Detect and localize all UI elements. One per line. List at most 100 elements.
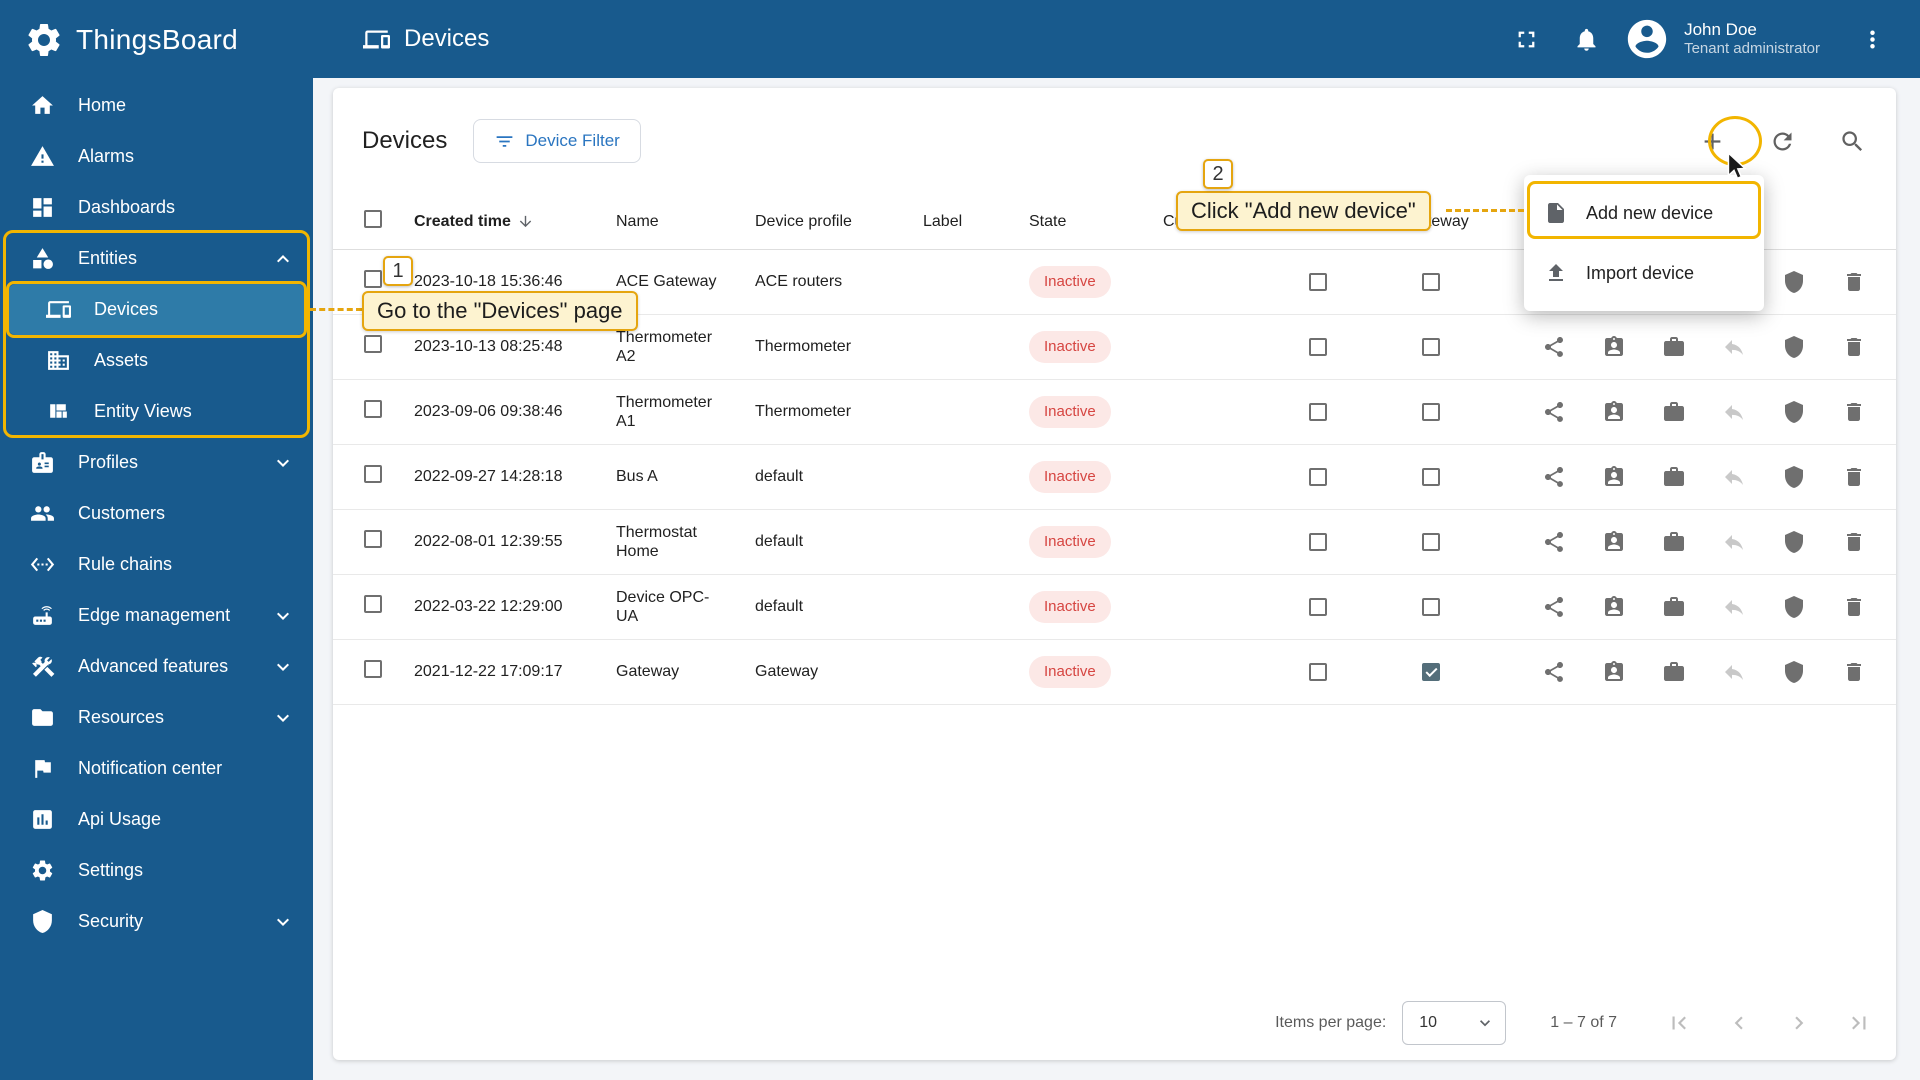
manage-credentials-button[interactable]	[1652, 650, 1696, 694]
items-per-page-select[interactable]: 10	[1402, 1001, 1507, 1045]
sidebar-item-resources[interactable]: Resources	[0, 692, 313, 743]
public-checkbox[interactable]	[1309, 598, 1327, 616]
gateway-checkbox[interactable]	[1421, 468, 1440, 486]
security-button[interactable]	[1772, 390, 1816, 434]
delete-button[interactable]	[1832, 260, 1876, 304]
previous-page-button[interactable]	[1717, 1001, 1761, 1045]
column-header[interactable]: Device profile	[735, 212, 903, 231]
share-button[interactable]	[1532, 325, 1576, 369]
sidebar-item-security[interactable]: Security	[0, 896, 313, 947]
security-button[interactable]	[1772, 520, 1816, 564]
menu-item-import-device[interactable]: Import device	[1524, 243, 1764, 303]
first-page-button[interactable]	[1657, 1001, 1701, 1045]
column-header[interactable]: Created time	[394, 212, 596, 231]
manage-credentials-button[interactable]	[1652, 390, 1696, 434]
gateway-checkbox[interactable]	[1421, 403, 1440, 421]
search-button[interactable]	[1830, 119, 1874, 163]
public-checkbox[interactable]	[1309, 403, 1327, 421]
sidebar-item-dashboards[interactable]: Dashboards	[0, 182, 313, 233]
assign-to-customer-button[interactable]	[1592, 650, 1636, 694]
row-checkbox[interactable]	[364, 400, 382, 419]
gateway-checkbox[interactable]	[1421, 338, 1440, 356]
sidebar-item-alarms[interactable]: Alarms	[0, 131, 313, 182]
column-header[interactable]: Public	[1243, 212, 1393, 231]
menu-item-add-new-device[interactable]: Add new device	[1524, 183, 1764, 243]
unassign-button[interactable]	[1712, 455, 1756, 499]
sidebar-item-devices[interactable]: Devices	[8, 284, 305, 335]
sidebar-item-api-usage[interactable]: Api Usage	[0, 794, 313, 845]
assign-to-customer-button[interactable]	[1592, 390, 1636, 434]
avatar[interactable]	[1624, 16, 1670, 62]
fullscreen-button[interactable]	[1504, 17, 1548, 61]
unassign-button[interactable]	[1712, 650, 1756, 694]
public-checkbox[interactable]	[1309, 338, 1327, 356]
sidebar-item-advanced-features[interactable]: Advanced features	[0, 641, 313, 692]
delete-button[interactable]	[1832, 650, 1876, 694]
device-filter-button[interactable]: Device Filter	[473, 119, 641, 163]
sidebar-item-customers[interactable]: Customers	[0, 488, 313, 539]
unassign-button[interactable]	[1712, 325, 1756, 369]
last-page-button[interactable]	[1837, 1001, 1881, 1045]
row-checkbox[interactable]	[364, 530, 382, 549]
delete-button[interactable]	[1832, 520, 1876, 564]
public-checkbox[interactable]	[1309, 533, 1327, 551]
row-checkbox[interactable]	[364, 660, 382, 679]
manage-credentials-button[interactable]	[1652, 520, 1696, 564]
manage-credentials-button[interactable]	[1652, 455, 1696, 499]
row-checkbox[interactable]	[364, 465, 382, 484]
sidebar-item-edge-management[interactable]: Edge management	[0, 590, 313, 641]
more-menu-button[interactable]	[1850, 17, 1894, 61]
delete-button[interactable]	[1832, 585, 1876, 629]
assign-to-customer-button[interactable]	[1592, 520, 1636, 564]
delete-button[interactable]	[1832, 455, 1876, 499]
security-button[interactable]	[1772, 585, 1816, 629]
share-button[interactable]	[1532, 455, 1576, 499]
notifications-button[interactable]	[1564, 17, 1608, 61]
security-button[interactable]	[1772, 325, 1816, 369]
gateway-checkbox[interactable]	[1421, 273, 1440, 291]
delete-button[interactable]	[1832, 325, 1876, 369]
select-all-checkbox[interactable]	[364, 209, 382, 228]
public-checkbox[interactable]	[1309, 468, 1327, 486]
gateway-checkbox[interactable]	[1421, 533, 1440, 551]
security-button[interactable]	[1772, 260, 1816, 304]
assign-to-customer-button[interactable]	[1592, 585, 1636, 629]
share-button[interactable]	[1532, 585, 1576, 629]
gateway-checkbox[interactable]	[1421, 598, 1440, 616]
refresh-button[interactable]	[1760, 119, 1804, 163]
assign-to-customer-button[interactable]	[1592, 455, 1636, 499]
column-header[interactable]: Name	[596, 212, 735, 231]
gateway-checkbox[interactable]	[1421, 663, 1440, 681]
next-page-button[interactable]	[1777, 1001, 1821, 1045]
sidebar-item-profiles[interactable]: Profiles	[0, 437, 313, 488]
share-button[interactable]	[1532, 390, 1576, 434]
sidebar-item-rule-chains[interactable]: Rule chains	[0, 539, 313, 590]
row-checkbox[interactable]	[364, 335, 382, 354]
unassign-button[interactable]	[1712, 585, 1756, 629]
security-button[interactable]	[1772, 455, 1816, 499]
sidebar-item-home[interactable]: Home	[0, 80, 313, 131]
sidebar-item-entity-views[interactable]: Entity Views	[0, 386, 313, 437]
column-header[interactable]: Is gateway	[1392, 212, 1468, 231]
public-checkbox[interactable]	[1309, 273, 1327, 291]
column-header[interactable]: Label	[903, 212, 1009, 231]
row-checkbox[interactable]	[364, 270, 382, 289]
row-checkbox[interactable]	[364, 595, 382, 614]
delete-button[interactable]	[1832, 390, 1876, 434]
sidebar-item-notification-center[interactable]: Notification center	[0, 743, 313, 794]
security-button[interactable]	[1772, 650, 1816, 694]
sidebar-item-entities[interactable]: Entities	[0, 233, 313, 284]
sidebar-item-assets[interactable]: Assets	[0, 335, 313, 386]
unassign-button[interactable]	[1712, 390, 1756, 434]
user-info[interactable]: John Doe Tenant administrator	[1684, 19, 1820, 59]
unassign-button[interactable]	[1712, 520, 1756, 564]
public-checkbox[interactable]	[1309, 663, 1327, 681]
column-header[interactable]: Customer	[1143, 212, 1243, 231]
share-button[interactable]	[1532, 650, 1576, 694]
manage-credentials-button[interactable]	[1652, 325, 1696, 369]
assign-to-customer-button[interactable]	[1592, 325, 1636, 369]
column-header[interactable]: State	[1009, 212, 1143, 231]
share-button[interactable]	[1532, 520, 1576, 564]
app-logo[interactable]: ThingsBoard	[0, 0, 313, 80]
manage-credentials-button[interactable]	[1652, 585, 1696, 629]
